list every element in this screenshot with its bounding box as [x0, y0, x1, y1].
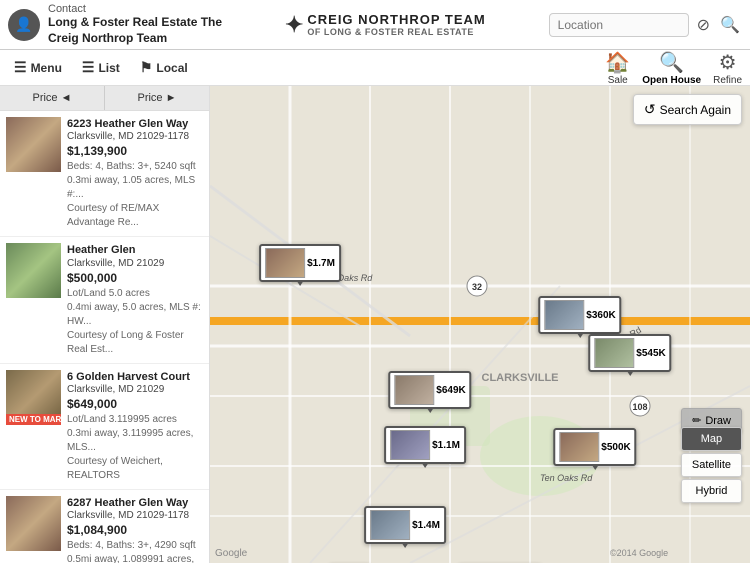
listing-info: 6 Golden Harvest Court Clarksville, MD 2… — [67, 370, 203, 483]
list-button[interactable]: ☰ List — [76, 55, 126, 80]
price-navigation: Price ◄ Price ► — [0, 86, 209, 111]
map-view-button[interactable]: Map — [681, 427, 742, 451]
list-item[interactable]: Heather Glen Clarksville, MD 21029 $500,… — [0, 237, 209, 363]
listing-info: 6287 Heather Glen Way Clarksville, MD 21… — [67, 496, 203, 563]
list-item[interactable]: 6287 Heather Glen Way Clarksville, MD 21… — [0, 490, 209, 563]
refine-action[interactable]: ⚙ Refine — [713, 50, 742, 86]
location-search-input[interactable] — [549, 13, 689, 37]
marker-thumbnail — [544, 300, 584, 330]
list-item[interactable]: 6223 Heather Glen Way Clarksville, MD 21… — [0, 111, 209, 237]
marker-thumbnail — [390, 430, 430, 460]
svg-text:CLARKSVILLE: CLARKSVILLE — [482, 372, 559, 384]
sale-action[interactable]: 🏠 Sale — [605, 50, 630, 86]
header-right: ⊘ 🔍 — [549, 13, 742, 37]
logo-main-text: CREIG NORTHROP TEAM — [307, 12, 485, 27]
local-button[interactable]: ⚑ Local — [134, 55, 194, 80]
map-marker[interactable]: $1.4M — [364, 506, 446, 544]
svg-text:©2014 Google: ©2014 Google — [610, 548, 668, 558]
listing-info: Heather Glen Clarksville, MD 21029 $500,… — [67, 243, 203, 356]
svg-text:Google: Google — [215, 548, 248, 559]
map-marker[interactable]: $1.1M — [384, 426, 466, 464]
svg-text:32: 32 — [472, 282, 482, 292]
toolbar-left: ☰ Menu ☰ List ⚑ Local — [8, 55, 194, 80]
marker-thumbnail — [370, 510, 410, 540]
logo-star-icon: ✦ — [285, 12, 303, 38]
search-button[interactable]: 🔍 — [718, 13, 742, 37]
map-area[interactable]: 32 108 Ten Oaks Rd Ten Oaks Rd New Cut R… — [210, 86, 750, 563]
svg-text:108: 108 — [632, 402, 647, 412]
refresh-icon: ↺ — [644, 101, 656, 118]
header: 👤 Contact Long & Foster Real Estate The … — [0, 0, 750, 50]
listings-list: 6223 Heather Glen Way Clarksville, MD 21… — [0, 111, 209, 563]
map-marker[interactable]: $360K — [538, 296, 621, 334]
map-marker[interactable]: $649K — [388, 371, 471, 409]
marker-thumbnail — [559, 432, 599, 462]
hybrid-view-button[interactable]: Hybrid — [681, 479, 742, 503]
logo-sub-text: OF LONG & FOSTER REAL ESTATE — [307, 27, 485, 37]
map-roads-svg: 32 108 Ten Oaks Rd Ten Oaks Rd New Cut R… — [210, 86, 750, 563]
header-title: Long & Foster Real Estate The Creig Nort… — [48, 15, 222, 46]
refine-icon: ⚙ — [719, 50, 737, 75]
price-prev-button[interactable]: Price ◄ — [0, 86, 105, 110]
pencil-icon: ✏ — [692, 414, 701, 427]
toolbar-right: 🏠 Sale 🔍 Open House ⚙ Refine — [605, 50, 742, 86]
open-house-icon: 🔍 — [659, 50, 684, 75]
list-item[interactable]: NEW TO MARKET 6 Golden Harvest Court Cla… — [0, 364, 209, 490]
marker-thumbnail — [394, 375, 434, 405]
map-marker[interactable]: $500K — [553, 428, 636, 466]
svg-text:Ten Oaks Rd: Ten Oaks Rd — [540, 473, 593, 483]
contact-button[interactable]: Contact — [48, 3, 222, 15]
satellite-view-button[interactable]: Satellite — [681, 453, 742, 477]
left-panel: Price ◄ Price ► 6223 Heather Glen Way Cl… — [0, 86, 210, 563]
header-logo: ✦ CREIG NORTHROP TEAM OF LONG & FOSTER R… — [285, 12, 486, 38]
listing-info: 6223 Heather Glen Way Clarksville, MD 21… — [67, 117, 203, 230]
list-icon: ☰ — [82, 59, 95, 76]
listing-thumbnail — [6, 117, 61, 172]
map-marker[interactable]: $1.7M — [259, 244, 341, 282]
flag-icon: ⚑ — [140, 59, 153, 76]
main-content: Price ◄ Price ► 6223 Heather Glen Way Cl… — [0, 86, 750, 563]
toolbar: ☰ Menu ☰ List ⚑ Local 🏠 Sale 🔍 Open Hous… — [0, 50, 750, 86]
avatar: 👤 — [8, 9, 40, 41]
search-again-button[interactable]: ↺ Search Again — [633, 94, 742, 125]
listing-thumbnail — [6, 243, 61, 298]
new-to-market-badge: NEW TO MARKET — [6, 414, 61, 425]
map-marker[interactable]: $545K — [588, 334, 671, 372]
listing-thumbnail — [6, 496, 61, 551]
price-next-button[interactable]: Price ► — [105, 86, 209, 110]
marker-thumbnail — [265, 248, 305, 278]
clear-search-button[interactable]: ⊘ — [695, 13, 712, 37]
listing-thumbnail: NEW TO MARKET — [6, 370, 61, 425]
sale-icon: 🏠 — [605, 50, 630, 75]
header-left: 👤 Contact Long & Foster Real Estate The … — [8, 3, 222, 46]
menu-button[interactable]: ☰ Menu — [8, 55, 68, 80]
map-view-controls: Map Satellite Hybrid — [681, 427, 742, 503]
marker-thumbnail — [594, 338, 634, 368]
map-background: 32 108 Ten Oaks Rd Ten Oaks Rd New Cut R… — [210, 86, 750, 563]
open-house-action[interactable]: 🔍 Open House — [642, 50, 701, 86]
menu-icon: ☰ — [14, 59, 27, 76]
